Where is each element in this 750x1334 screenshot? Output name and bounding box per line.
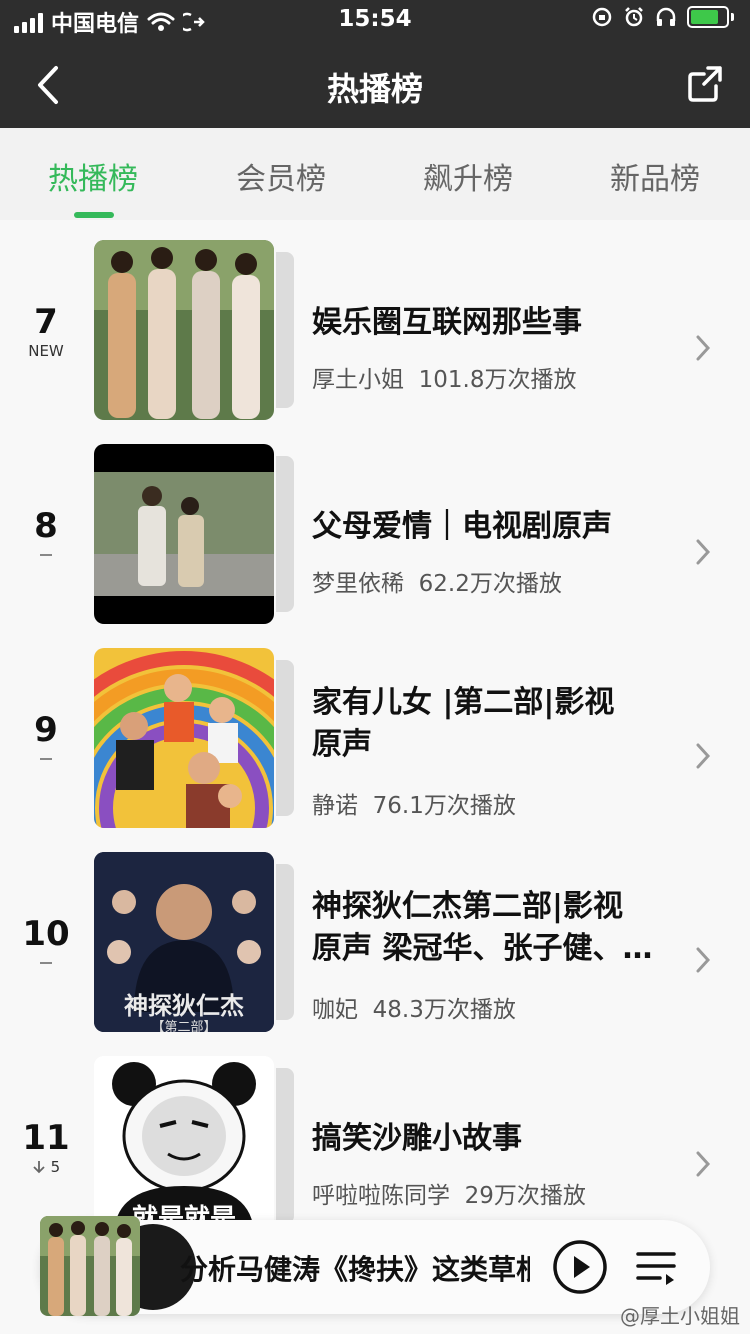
item-plays: 29万次播放: [464, 1183, 586, 1209]
battery-icon: [687, 6, 729, 28]
page-title: 热播榜: [326, 70, 423, 108]
rank-unchanged-icon: [40, 758, 52, 760]
rank-unchanged-icon: [40, 554, 52, 556]
rank-change-value: 5: [50, 1158, 61, 1176]
cover-image: 就是就是: [94, 1056, 274, 1236]
cover-stack: [276, 456, 294, 612]
item-artist: 厚土小姐: [312, 367, 404, 393]
rank-block: 9: [6, 710, 86, 760]
mini-player[interactable]: 分析马健涛《搀扶》这类草根: [40, 1216, 710, 1316]
cover-container: [94, 444, 294, 624]
chevron-right-icon: [696, 743, 711, 769]
item-title-line-2: 原声: [312, 727, 372, 762]
list-item[interactable]: 8 父母爱情｜电视剧原声 梦里依稀 62.2万次播放: [0, 442, 750, 646]
rotation-lock-icon: [592, 7, 612, 27]
tab-member[interactable]: 会员榜: [206, 154, 356, 198]
item-plays: 76.1万次播放: [372, 793, 516, 819]
item-title-line-2: 原声 梁冠华、张子健、…: [312, 931, 653, 966]
tab-rising[interactable]: 飙升榜: [393, 154, 543, 198]
playlist-queue-icon[interactable]: [636, 1248, 676, 1286]
nav-bar: 热播榜: [0, 44, 750, 128]
cover-container: [94, 648, 294, 828]
rank-number: 9: [34, 710, 58, 750]
cover-subtitle-text: 【第二部】: [151, 1020, 217, 1032]
rank-block: 10: [6, 914, 86, 964]
rank-unchanged-icon: [40, 962, 52, 964]
status-right: [591, 6, 734, 28]
rank-block: 11 5: [6, 1118, 86, 1176]
cover-stack: [276, 660, 294, 816]
item-artist: 咖妃: [312, 997, 358, 1023]
item-artist: 呼啦啦陈同学: [312, 1183, 450, 1209]
rank-number: 8: [34, 506, 58, 546]
list-item[interactable]: 10 神探狄仁杰 【第二部】 神探狄仁杰第二部|影视 原声 梁冠华、张子健、… …: [0, 850, 750, 1054]
cover-container: 神探狄仁杰 【第二部】: [94, 852, 294, 1032]
rank-change: 5: [6, 1158, 86, 1176]
rank-number: 7: [34, 302, 58, 342]
ranking-list: 7 NEW 娱乐圈互联网那些事 厚土小姐 101.8万次播放 8 父母爱情｜电视…: [0, 220, 750, 1334]
cover-image: 神探狄仁杰 【第二部】: [94, 852, 274, 1032]
cover-image: [94, 240, 274, 420]
item-meta: 静诺 76.1万次播放: [312, 786, 516, 820]
item-artist: 梦里依稀: [312, 571, 404, 597]
share-button[interactable]: [686, 64, 726, 104]
status-bar: 中国电信 15:54: [0, 0, 750, 44]
item-artist: 静诺: [312, 793, 358, 819]
item-meta: 梦里依稀 62.2万次播放: [312, 564, 562, 598]
watermark: @厚土小姐姐: [620, 1304, 740, 1328]
item-plays: 101.8万次播放: [418, 367, 577, 393]
top-header: 中国电信 15:54 热播榜: [0, 0, 750, 128]
chevron-right-icon: [696, 539, 711, 565]
item-title-line-1: 父母爱情｜电视剧原声: [312, 509, 612, 544]
item-meta: 咖妃 48.3万次播放: [312, 990, 516, 1024]
chevron-right-icon: [696, 335, 711, 361]
item-plays: 62.2万次播放: [418, 571, 562, 597]
tab-hot[interactable]: 热播榜: [18, 154, 168, 198]
item-title-line-1: 娱乐圈互联网那些事: [312, 305, 582, 340]
rank-block: 7 NEW: [6, 302, 86, 360]
rank-block: 8: [6, 506, 86, 556]
tab-indicator: [74, 212, 114, 218]
cover-stack: [276, 1068, 294, 1224]
tab-new[interactable]: 新品榜: [580, 154, 730, 198]
chevron-right-icon: [696, 947, 711, 973]
new-badge: NEW: [28, 342, 64, 360]
battery-tip: [731, 13, 734, 21]
play-button[interactable]: [552, 1239, 608, 1295]
cover-container: 就是就是: [94, 1056, 294, 1236]
alarm-icon: [625, 7, 643, 27]
item-title-line-1: 神探狄仁杰第二部|影视: [312, 889, 623, 924]
chart-tabs: 热播榜 会员榜 飙升榜 新品榜: [0, 128, 750, 220]
item-meta: 厚土小姐 101.8万次播放: [312, 360, 576, 394]
list-item[interactable]: 9 家有儿女 |第二部|影视 原声 静诺 76.1万次播放: [0, 646, 750, 850]
item-meta: 呼啦啦陈同学 29万次播放: [312, 1176, 586, 1210]
cover-container: [94, 240, 294, 420]
item-title-line-1: 搞笑沙雕小故事: [312, 1121, 522, 1156]
cover-image: [94, 444, 274, 624]
arrow-down-icon: [33, 1161, 45, 1174]
cover-stack: [276, 252, 294, 408]
chevron-right-icon: [696, 1151, 711, 1177]
now-playing-title[interactable]: 分析马健涛《搀扶》这类草根: [180, 1248, 530, 1288]
item-title-line-1: 家有儿女 |第二部|影视: [312, 685, 615, 720]
list-item[interactable]: 7 NEW 娱乐圈互联网那些事 厚土小姐 101.8万次播放: [0, 238, 750, 442]
rank-number: 11: [22, 1118, 70, 1158]
player-cover-image[interactable]: [40, 1216, 140, 1316]
cover-image: [94, 648, 274, 828]
headphones-icon: [656, 7, 676, 26]
item-plays: 48.3万次播放: [372, 997, 516, 1023]
cover-stack: [276, 864, 294, 1020]
rank-number: 10: [22, 914, 70, 954]
